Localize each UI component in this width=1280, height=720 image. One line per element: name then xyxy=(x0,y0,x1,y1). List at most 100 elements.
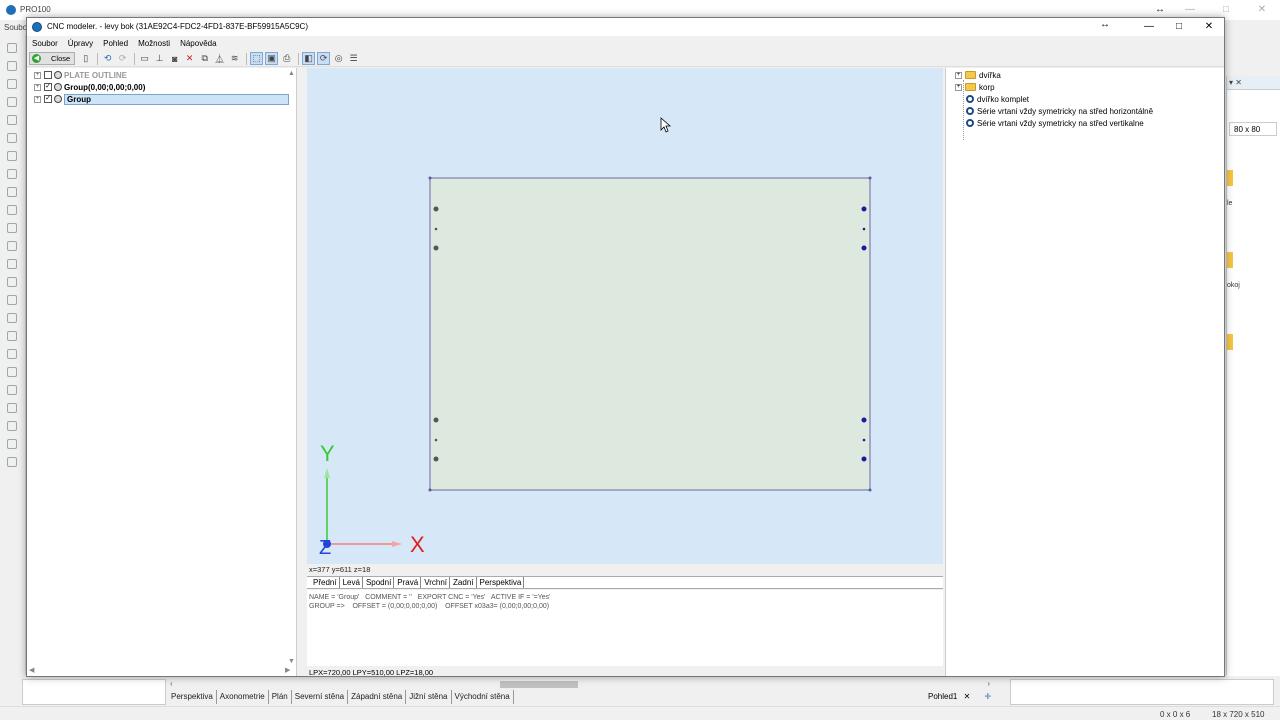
tool-icon[interactable] xyxy=(7,133,17,143)
tool-icon[interactable] xyxy=(7,403,17,413)
rotate-tool-icon[interactable] xyxy=(7,115,17,125)
scroll-down-icon[interactable]: ▼ xyxy=(288,658,295,665)
new-file-icon[interactable]: ▯ xyxy=(79,52,92,65)
tool-icon[interactable] xyxy=(7,349,17,359)
tool-icon[interactable] xyxy=(7,187,17,197)
tool-icon[interactable] xyxy=(7,277,17,287)
drill-icon[interactable]: ⊥ xyxy=(153,52,166,65)
background-view-tab[interactable]: Plán xyxy=(269,690,292,704)
drill-hole[interactable] xyxy=(433,245,439,251)
background-view-tab[interactable]: Východní stěna xyxy=(452,690,514,704)
visibility-checkbox[interactable]: ✓ xyxy=(44,95,52,103)
tree-item[interactable]: + ✓ Group(0,00;0,00;0,00) xyxy=(27,81,295,93)
tree-item[interactable]: + PLATE OUTLINE xyxy=(27,69,295,81)
visibility-checkbox[interactable]: ✓ xyxy=(44,83,52,91)
close-view-icon[interactable]: ✕ xyxy=(964,692,971,701)
zoom-select[interactable]: 80 x 80 xyxy=(1229,122,1277,136)
scroll-right-icon[interactable]: › xyxy=(987,679,990,688)
menu-item[interactable]: Nápověda xyxy=(180,36,221,50)
view-tab[interactable]: Pravá xyxy=(395,577,422,588)
select-mode-icon[interactable]: ⬚ xyxy=(250,52,264,65)
view-tab[interactable]: Spodní xyxy=(364,577,395,588)
view-solid-icon[interactable]: ◧ xyxy=(302,52,316,65)
tool-icon[interactable] xyxy=(7,259,17,269)
background-close-button[interactable]: ✕ xyxy=(1244,0,1280,20)
drill-hole[interactable] xyxy=(433,456,439,462)
menu-item[interactable]: Pohled xyxy=(103,36,133,50)
add-view-icon[interactable]: ✛ xyxy=(985,692,992,701)
tool-icon[interactable] xyxy=(7,367,17,377)
tool-icon[interactable] xyxy=(7,295,17,305)
view-tab[interactable]: Vrchní xyxy=(422,577,451,588)
library-item[interactable]: + korp xyxy=(955,81,995,93)
scroll-left-icon[interactable]: ‹ xyxy=(170,679,173,688)
pocket-icon[interactable]: ◙ xyxy=(168,52,181,65)
view-3d-icon[interactable]: ◎ xyxy=(332,52,345,65)
expand-toggle-icon[interactable]: + xyxy=(34,95,41,103)
tool-icon[interactable] xyxy=(7,421,17,431)
scrollbar-thumb[interactable] xyxy=(500,681,578,688)
tool-icon[interactable] xyxy=(7,385,17,395)
background-view-tab[interactable]: Západní stěna xyxy=(348,690,407,704)
view-tab-pohled[interactable]: Pohled1 ✕ ✛ xyxy=(928,692,991,701)
background-view-tab[interactable]: Perspektiva xyxy=(168,690,217,704)
align-icon[interactable]: ≋ xyxy=(228,52,241,65)
edit-mode-icon[interactable]: ▣ xyxy=(265,52,279,65)
tool-icon[interactable] xyxy=(7,457,17,467)
undo-icon[interactable]: ⟲ xyxy=(101,52,114,65)
tool-icon[interactable] xyxy=(7,79,17,89)
tool-icon[interactable] xyxy=(7,313,17,323)
drill-hole[interactable] xyxy=(861,417,867,423)
redo-icon[interactable]: ⟳ xyxy=(116,52,129,65)
drill-hole[interactable] xyxy=(861,206,867,212)
view-tab[interactable]: Levá xyxy=(341,577,363,588)
drill-hole[interactable] xyxy=(434,227,438,231)
background-view-tab[interactable]: Axonometrie xyxy=(217,690,269,704)
library-item[interactable]: Série vrtani vždy symetricky na střed ve… xyxy=(966,117,1144,129)
select-tool-icon[interactable] xyxy=(7,43,17,53)
copy-icon[interactable]: ⧉ xyxy=(198,52,211,65)
drill-hole[interactable] xyxy=(862,227,866,231)
library-item[interactable]: dvířko komplet xyxy=(966,93,1029,105)
delete-icon[interactable]: ✕ xyxy=(183,52,196,65)
visibility-checkbox[interactable] xyxy=(44,71,52,79)
mirror-icon[interactable]: ⏅ xyxy=(213,52,226,65)
drill-hole[interactable] xyxy=(433,206,439,212)
tool-icon[interactable] xyxy=(7,61,17,71)
settings-sliders-icon[interactable]: ☰ xyxy=(347,52,360,65)
close-window-button[interactable]: ✕ xyxy=(1194,18,1224,36)
canvas-drawing[interactable]: Y X Z xyxy=(307,68,943,564)
drill-hole[interactable] xyxy=(862,438,866,442)
tool-icon[interactable] xyxy=(7,241,17,251)
library-item[interactable]: + dvířka xyxy=(955,69,1001,81)
menu-item[interactable]: Úpravy xyxy=(68,36,98,50)
minimize-button[interactable]: — xyxy=(1134,18,1164,36)
expand-toggle-icon[interactable]: + xyxy=(34,83,41,91)
view-tab[interactable]: Přední xyxy=(311,577,340,588)
expand-toggle-icon[interactable]: + xyxy=(955,83,962,91)
view-tab[interactable]: Zadní xyxy=(451,577,477,588)
tool-icon[interactable] xyxy=(7,439,17,449)
print-icon[interactable]: ⎙ xyxy=(280,52,293,65)
drill-hole[interactable] xyxy=(861,245,867,251)
close-button[interactable]: ◀ Close xyxy=(29,52,76,65)
pipette-tool-icon[interactable] xyxy=(7,97,17,107)
scroll-left-icon[interactable]: ◀ xyxy=(29,666,34,674)
drill-hole[interactable] xyxy=(434,438,438,442)
tree-item[interactable]: + ✓ Group xyxy=(27,93,295,105)
maximize-button[interactable]: □ xyxy=(1164,18,1194,36)
expand-toggle-icon[interactable]: + xyxy=(955,71,962,79)
background-view-tab[interactable]: Jižní stěna xyxy=(406,690,452,704)
drawing-canvas[interactable]: Y X Z xyxy=(307,68,943,564)
menu-item[interactable]: Soubor xyxy=(32,36,63,50)
library-item[interactable]: Série vrtani vždy symetricky na střed ho… xyxy=(966,105,1153,117)
view-rotate-icon[interactable]: ⟳ xyxy=(317,52,331,65)
view-tab[interactable]: Perspektiva xyxy=(478,577,525,588)
expand-toggle-icon[interactable]: + xyxy=(34,71,41,79)
background-horizontal-scrollbar[interactable]: ‹ › xyxy=(168,679,994,690)
zoom-tool-icon[interactable] xyxy=(7,205,17,215)
tree-vertical-scrollbar[interactable]: ▲ ▼ xyxy=(286,68,296,668)
add-shape-icon[interactable]: ▭ xyxy=(138,52,151,65)
tool-icon[interactable] xyxy=(7,151,17,161)
drill-hole[interactable] xyxy=(861,456,867,462)
